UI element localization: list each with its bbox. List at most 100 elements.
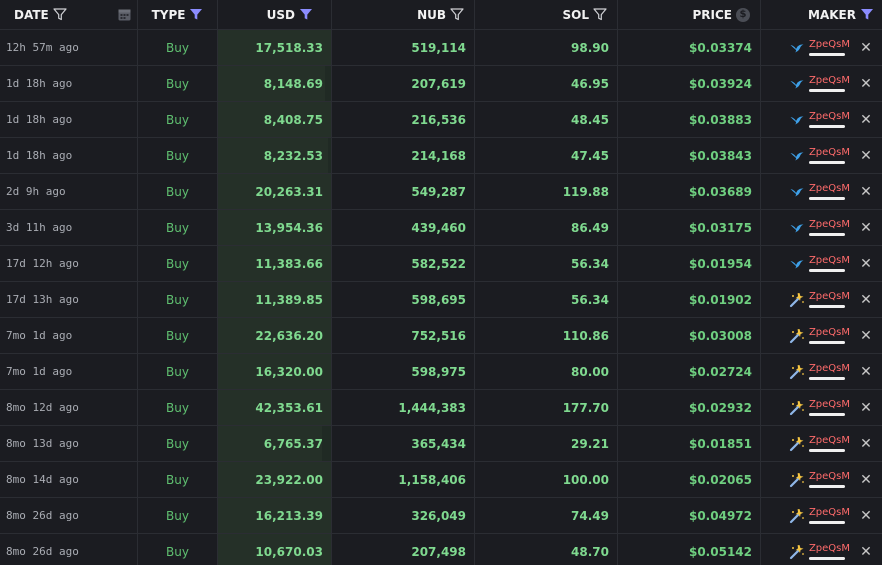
- nub-text: 216,536: [411, 112, 466, 127]
- maker-underline: [808, 305, 845, 308]
- cell-type: Buy: [138, 426, 218, 461]
- maker-underline: [808, 521, 845, 524]
- type-filter-icon[interactable]: [189, 8, 203, 21]
- close-icon[interactable]: ✕: [860, 112, 872, 128]
- table-row[interactable]: 3d 11h ago Buy 13,954.36 439,460 86.49 $…: [0, 210, 882, 246]
- table-row[interactable]: 17d 12h ago Buy 11,383.66 582,522 56.34 …: [0, 246, 882, 282]
- maker-text: ZpeQsM: [808, 75, 850, 86]
- table-row[interactable]: 2d 9h ago Buy 20,263.31 549,287 119.88 $…: [0, 174, 882, 210]
- maker-link[interactable]: ZpeQsM: [789, 39, 850, 56]
- maker-link[interactable]: ZpeQsM: [789, 147, 850, 164]
- cell-nub: 214,168: [332, 138, 475, 173]
- table-row[interactable]: 1d 18h ago Buy 8,408.75 216,536 48.45 $0…: [0, 102, 882, 138]
- maker-text: ZpeQsM: [808, 507, 850, 518]
- maker-name: ZpeQsM: [808, 399, 850, 416]
- table-row[interactable]: 8mo 26d ago Buy 10,670.03 207,498 48.70 …: [0, 534, 882, 565]
- close-icon[interactable]: ✕: [860, 364, 872, 380]
- date-filter-icon[interactable]: [53, 8, 67, 21]
- maker-link[interactable]: ZpeQsM: [789, 399, 850, 416]
- cell-price: $0.04972: [618, 498, 761, 533]
- usd-text: 16,320.00: [255, 364, 323, 379]
- cell-type: Buy: [138, 390, 218, 425]
- table-row[interactable]: 8mo 26d ago Buy 16,213.39 326,049 74.49 …: [0, 498, 882, 534]
- maker-underline: [808, 125, 845, 128]
- usd-text: 11,383.66: [255, 256, 323, 271]
- price-text: $0.01851: [688, 436, 752, 451]
- table-row[interactable]: 7mo 1d ago Buy 22,636.20 752,516 110.86 …: [0, 318, 882, 354]
- table-row[interactable]: 8mo 13d ago Buy 6,765.37 365,434 29.21 $…: [0, 426, 882, 462]
- cell-nub: 519,114: [332, 30, 475, 65]
- cell-maker: ZpeQsM ✕: [761, 534, 882, 565]
- wand-icon: [789, 328, 805, 344]
- maker-link[interactable]: ZpeQsM: [789, 435, 850, 452]
- close-icon[interactable]: ✕: [860, 508, 872, 524]
- date-text: 1d 18h ago: [6, 113, 73, 126]
- cell-usd: 8,232.53: [218, 138, 332, 173]
- cell-type: Buy: [138, 498, 218, 533]
- cell-nub: 1,158,406: [332, 462, 475, 497]
- table-row[interactable]: 7mo 1d ago Buy 16,320.00 598,975 80.00 $…: [0, 354, 882, 390]
- nub-text: 752,516: [411, 328, 466, 343]
- maker-link[interactable]: ZpeQsM: [789, 363, 850, 380]
- table-row[interactable]: 8mo 12d ago Buy 42,353.61 1,444,383 177.…: [0, 390, 882, 426]
- bird-icon: [789, 148, 805, 164]
- maker-link[interactable]: ZpeQsM: [789, 255, 850, 272]
- nub-filter-icon[interactable]: [450, 8, 464, 21]
- sol-filter-icon[interactable]: [593, 8, 607, 21]
- close-icon[interactable]: ✕: [860, 328, 872, 344]
- dollar-circle-icon[interactable]: $: [736, 7, 750, 22]
- close-icon[interactable]: ✕: [860, 40, 872, 56]
- cell-nub: 582,522: [332, 246, 475, 281]
- cell-price: $0.03374: [618, 30, 761, 65]
- close-icon[interactable]: ✕: [860, 76, 872, 92]
- maker-link[interactable]: ZpeQsM: [789, 543, 850, 560]
- bird-icon: [789, 256, 805, 272]
- maker-link[interactable]: ZpeQsM: [789, 111, 850, 128]
- close-icon[interactable]: ✕: [860, 472, 872, 488]
- usd-text: 6,765.37: [263, 436, 323, 451]
- maker-name: ZpeQsM: [808, 111, 850, 128]
- cell-maker: ZpeQsM ✕: [761, 498, 882, 533]
- cell-price: $0.03008: [618, 318, 761, 353]
- calendar-icon[interactable]: [118, 8, 131, 21]
- cell-maker: ZpeQsM ✕: [761, 66, 882, 101]
- table-row[interactable]: 8mo 14d ago Buy 23,922.00 1,158,406 100.…: [0, 462, 882, 498]
- cell-usd: 8,148.69: [218, 66, 332, 101]
- maker-name: ZpeQsM: [808, 291, 850, 308]
- close-icon[interactable]: ✕: [860, 184, 872, 200]
- cell-date: 8mo 12d ago: [0, 390, 138, 425]
- maker-link[interactable]: ZpeQsM: [789, 507, 850, 524]
- table-row[interactable]: 1d 18h ago Buy 8,148.69 207,619 46.95 $0…: [0, 66, 882, 102]
- close-icon[interactable]: ✕: [860, 400, 872, 416]
- maker-link[interactable]: ZpeQsM: [789, 219, 850, 236]
- maker-link[interactable]: ZpeQsM: [789, 75, 850, 92]
- close-icon[interactable]: ✕: [860, 544, 872, 560]
- usd-text: 11,389.85: [255, 292, 323, 307]
- maker-link[interactable]: ZpeQsM: [789, 327, 850, 344]
- maker-filter-icon[interactable]: [860, 8, 874, 21]
- usd-filter-icon[interactable]: [299, 8, 313, 21]
- table-row[interactable]: 1d 18h ago Buy 8,232.53 214,168 47.45 $0…: [0, 138, 882, 174]
- sol-text: 48.45: [571, 112, 609, 127]
- date-text: 8mo 13d ago: [6, 437, 79, 450]
- close-icon[interactable]: ✕: [860, 220, 872, 236]
- usd-text: 20,263.31: [255, 184, 323, 199]
- usd-text: 17,518.33: [255, 40, 323, 55]
- maker-link[interactable]: ZpeQsM: [789, 291, 850, 308]
- maker-link[interactable]: ZpeQsM: [789, 471, 850, 488]
- cell-usd: 11,389.85: [218, 282, 332, 317]
- close-icon[interactable]: ✕: [860, 148, 872, 164]
- cell-nub: 207,619: [332, 66, 475, 101]
- close-icon[interactable]: ✕: [860, 256, 872, 272]
- cell-nub: 549,287: [332, 174, 475, 209]
- maker-link[interactable]: ZpeQsM: [789, 183, 850, 200]
- close-icon[interactable]: ✕: [860, 292, 872, 308]
- wand-icon: [789, 436, 805, 452]
- header-type-label: TYPE: [151, 7, 186, 22]
- close-icon[interactable]: ✕: [860, 436, 872, 452]
- nub-text: 598,695: [411, 292, 466, 307]
- table-row[interactable]: 17d 13h ago Buy 11,389.85 598,695 56.34 …: [0, 282, 882, 318]
- table-row[interactable]: 12h 57m ago Buy 17,518.33 519,114 98.90 …: [0, 30, 882, 66]
- nub-text: 214,168: [411, 148, 466, 163]
- sol-text: 110.86: [562, 328, 609, 343]
